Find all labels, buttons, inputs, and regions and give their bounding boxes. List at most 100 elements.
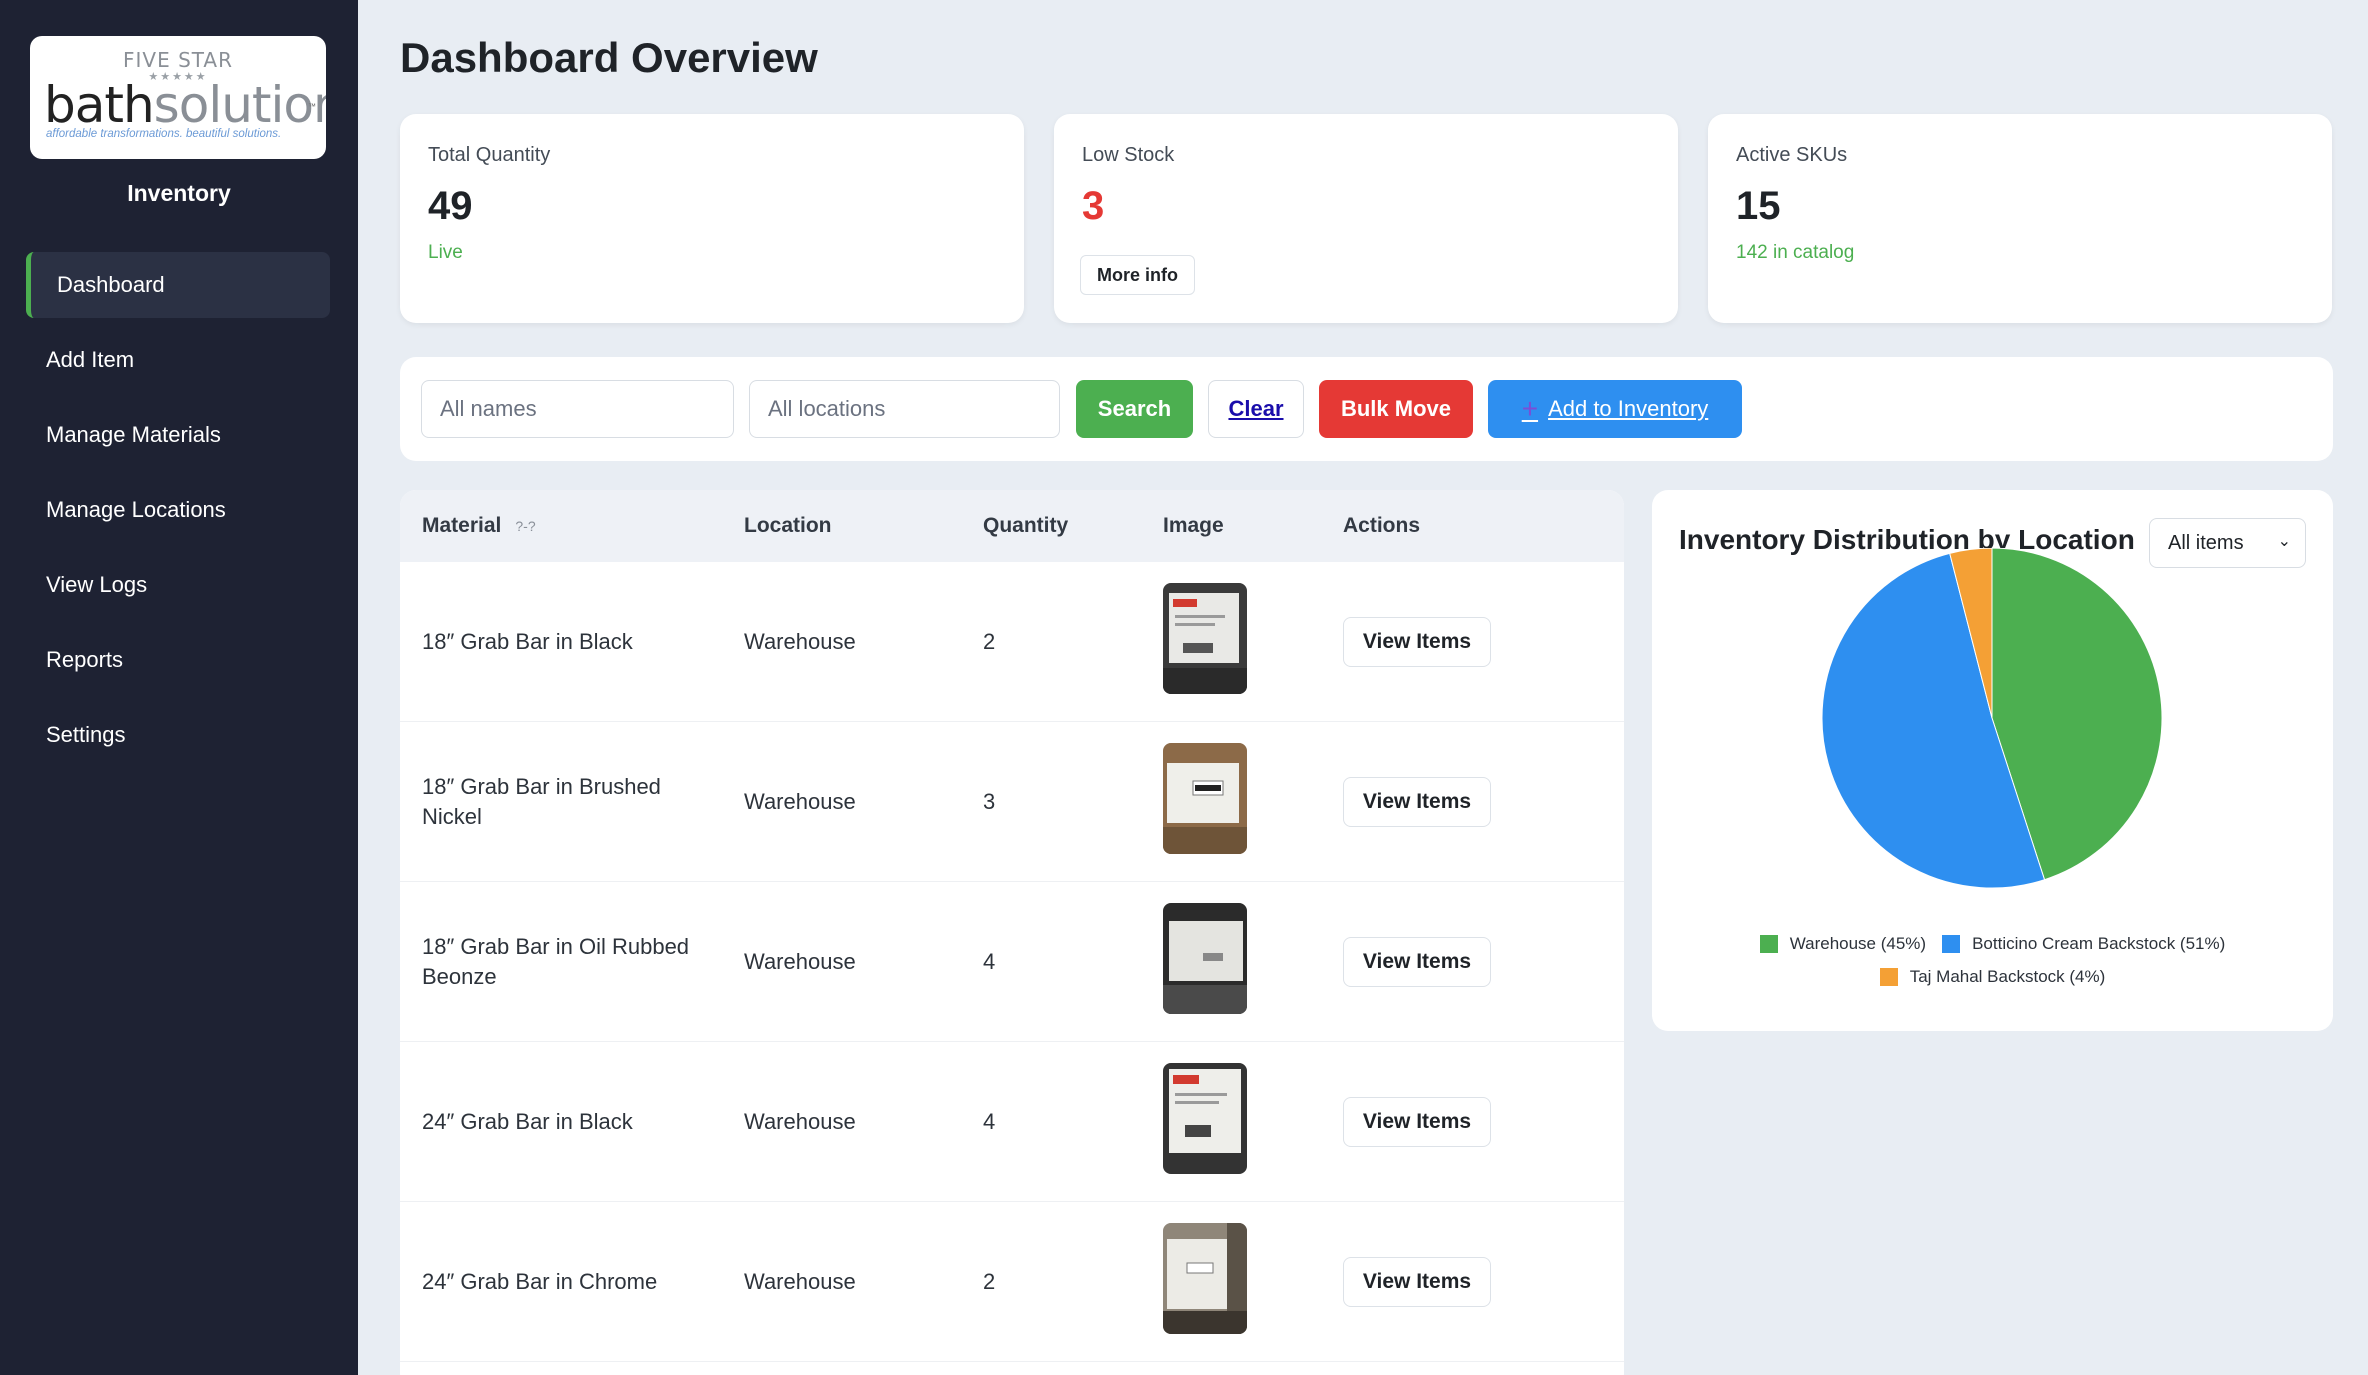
legend-item[interactable]: Taj Mahal Backstock (4%)	[1879, 967, 2106, 987]
sidebar-item-add-item[interactable]: Add Item	[26, 327, 330, 393]
add-to-inventory-label: Add to Inventory	[1548, 396, 1709, 421]
quantity-cell: 2	[983, 1269, 996, 1294]
add-to-inventory-button[interactable]: + Add to Inventory	[1488, 380, 1742, 438]
sidebar-item-view-logs[interactable]: View Logs	[26, 552, 330, 618]
legend-label: Taj Mahal Backstock (4%)	[1909, 967, 2106, 986]
product-thumbnail[interactable]	[1163, 1223, 1247, 1334]
name-filter-input[interactable]: All names	[421, 380, 734, 438]
plus-icon: +	[1521, 393, 1539, 424]
logo-top-text: FIVE STAR	[122, 48, 233, 72]
product-photo-icon	[1163, 1063, 1247, 1174]
filter-bar: All names All locations Search Clear Bul…	[400, 357, 2333, 461]
stat-value: 3	[1082, 184, 1105, 228]
view-items-button[interactable]: View Items	[1343, 937, 1491, 987]
sidebar-item-label: Manage Locations	[46, 497, 226, 522]
material-cell: 24″ Grab Bar in Black	[422, 1109, 633, 1134]
product-photo-icon	[1163, 583, 1247, 694]
sidebar-item-label: Add Item	[46, 347, 135, 372]
column-header-label: Material	[422, 514, 502, 537]
stat-value: 49	[428, 184, 473, 228]
view-items-button[interactable]: View Items	[1343, 777, 1491, 827]
sidebar: FIVE STAR ★★★★★ bathsolutions ™ affordab…	[0, 0, 358, 1375]
material-cell: 18″ Grab Bar in Black	[422, 629, 633, 654]
logo-tagline: affordable transformations. beautiful so…	[46, 128, 282, 140]
product-thumbnail[interactable]	[1163, 1063, 1247, 1174]
product-photo-icon	[1163, 743, 1247, 854]
sidebar-item-settings[interactable]: Settings	[26, 702, 330, 768]
location-filter-input[interactable]: All locations	[749, 380, 1060, 438]
table-row: 18″ Grab Bar in Oil Rubbed Beonze Wareho…	[400, 882, 1624, 1042]
stat-subtext: 142 in catalog	[1736, 242, 1855, 263]
sidebar-item-label: Reports	[46, 647, 124, 672]
bulk-move-button[interactable]: Bulk Move	[1319, 380, 1473, 438]
legend-swatch	[1759, 935, 1778, 953]
legend-swatch	[1942, 935, 1961, 953]
column-header-material[interactable]: Material ?-?	[422, 490, 536, 562]
more-info-button[interactable]: More info	[1080, 255, 1195, 295]
location-cell: Warehouse	[744, 789, 856, 814]
table-header: Material ?-? Location Quantity Image Act…	[400, 490, 1624, 562]
material-cell: 18″ Grab Bar in Oil Rubbed Beonze	[422, 934, 690, 989]
stat-value: 15	[1736, 184, 1781, 228]
sidebar-title: Inventory	[127, 180, 231, 206]
legend-item[interactable]: Warehouse (45%)	[1759, 934, 1927, 954]
table-row: 18″ Grab Bar in Black Warehouse 2 View I…	[400, 562, 1624, 722]
page-title: Dashboard Overview	[400, 34, 818, 81]
brand-logo[interactable]: FIVE STAR ★★★★★ bathsolutions ™ affordab…	[30, 36, 326, 159]
sidebar-item-dashboard[interactable]: Dashboard	[26, 252, 330, 318]
sidebar-item-reports[interactable]: Reports	[26, 627, 330, 693]
sidebar-item-label: View Logs	[46, 572, 148, 597]
stat-label: Low Stock	[1082, 144, 1175, 166]
table-row: 24″ Grab Bar in Black Warehouse 4 View I…	[400, 1042, 1624, 1202]
legend-item[interactable]: Botticino Cream Backstock (51%)	[1942, 934, 2225, 954]
chart-legend-row-1: Warehouse (45%) Botticino Cream Backstoc…	[1652, 934, 2333, 954]
material-cell: 24″ Grab Bar in Chrome	[422, 1269, 658, 1294]
quantity-cell: 2	[983, 629, 996, 654]
logo-wordmark: bathsolutions	[44, 80, 326, 130]
clear-button[interactable]: Clear	[1208, 380, 1304, 438]
location-cell: Warehouse	[744, 629, 856, 654]
stat-label: Total Quantity	[428, 144, 551, 166]
sidebar-item-label: Dashboard	[57, 272, 165, 297]
table-row: 18″ Grab Bar in Brushed Nickel Warehouse…	[400, 722, 1624, 882]
view-items-button[interactable]: View Items	[1343, 617, 1491, 667]
trademark-icon: ™	[308, 102, 316, 111]
logo-brand-b: solutions	[153, 76, 326, 134]
product-thumbnail[interactable]	[1163, 583, 1247, 694]
column-header-actions: Actions	[1343, 514, 1421, 537]
quantity-cell: 3	[983, 789, 996, 814]
product-photo-icon	[1163, 1223, 1247, 1334]
view-items-button[interactable]: View Items	[1343, 1257, 1491, 1307]
stat-card-low-stock: Low Stock 3 More info	[1054, 114, 1678, 323]
column-header-quantity: Quantity	[983, 514, 1069, 537]
column-header-location: Location	[744, 514, 832, 537]
location-cell: Warehouse	[744, 1109, 856, 1134]
sidebar-item-label: Settings	[46, 722, 126, 747]
view-items-button[interactable]: View Items	[1343, 1097, 1491, 1147]
logo-brand-a: bath	[44, 76, 155, 134]
legend-label: Warehouse (45%)	[1789, 934, 1927, 953]
product-photo-icon	[1163, 903, 1247, 1014]
stat-label: Active SKUs	[1736, 144, 1848, 166]
material-cell: 18″ Grab Bar in Brushed Nickel	[422, 774, 661, 829]
legend-label: Botticino Cream Backstock (51%)	[1972, 934, 2226, 953]
product-thumbnail[interactable]	[1163, 903, 1247, 1014]
column-header-image: Image	[1163, 514, 1224, 537]
quantity-cell: 4	[983, 949, 996, 974]
product-thumbnail[interactable]	[1163, 743, 1247, 854]
legend-swatch	[1879, 968, 1898, 986]
inventory-table: Material ?-? Location Quantity Image Act…	[400, 490, 1624, 1375]
sidebar-item-label: Manage Materials	[46, 422, 221, 447]
pie-chart	[1821, 548, 2163, 889]
sidebar-item-manage-locations[interactable]: Manage Locations	[26, 477, 330, 543]
chart-legend-row-2: Taj Mahal Backstock (4%)	[1652, 967, 2333, 987]
search-button[interactable]: Search	[1076, 380, 1193, 438]
stat-card-active-skus: Active SKUs 15 142 in catalog	[1708, 114, 2332, 323]
stat-card-total-quantity: Total Quantity 49 Live	[400, 114, 1024, 323]
quantity-cell: 4	[983, 1109, 996, 1134]
location-cell: Warehouse	[744, 1269, 856, 1294]
sidebar-item-manage-materials[interactable]: Manage Materials	[26, 402, 330, 468]
sort-icon[interactable]: ?-?	[515, 518, 535, 534]
table-row: 24″ Grab Bar in Chrome Warehouse 2 View …	[400, 1202, 1624, 1362]
distribution-chart-card: Inventory Distribution by Location All i…	[1652, 490, 2333, 1031]
